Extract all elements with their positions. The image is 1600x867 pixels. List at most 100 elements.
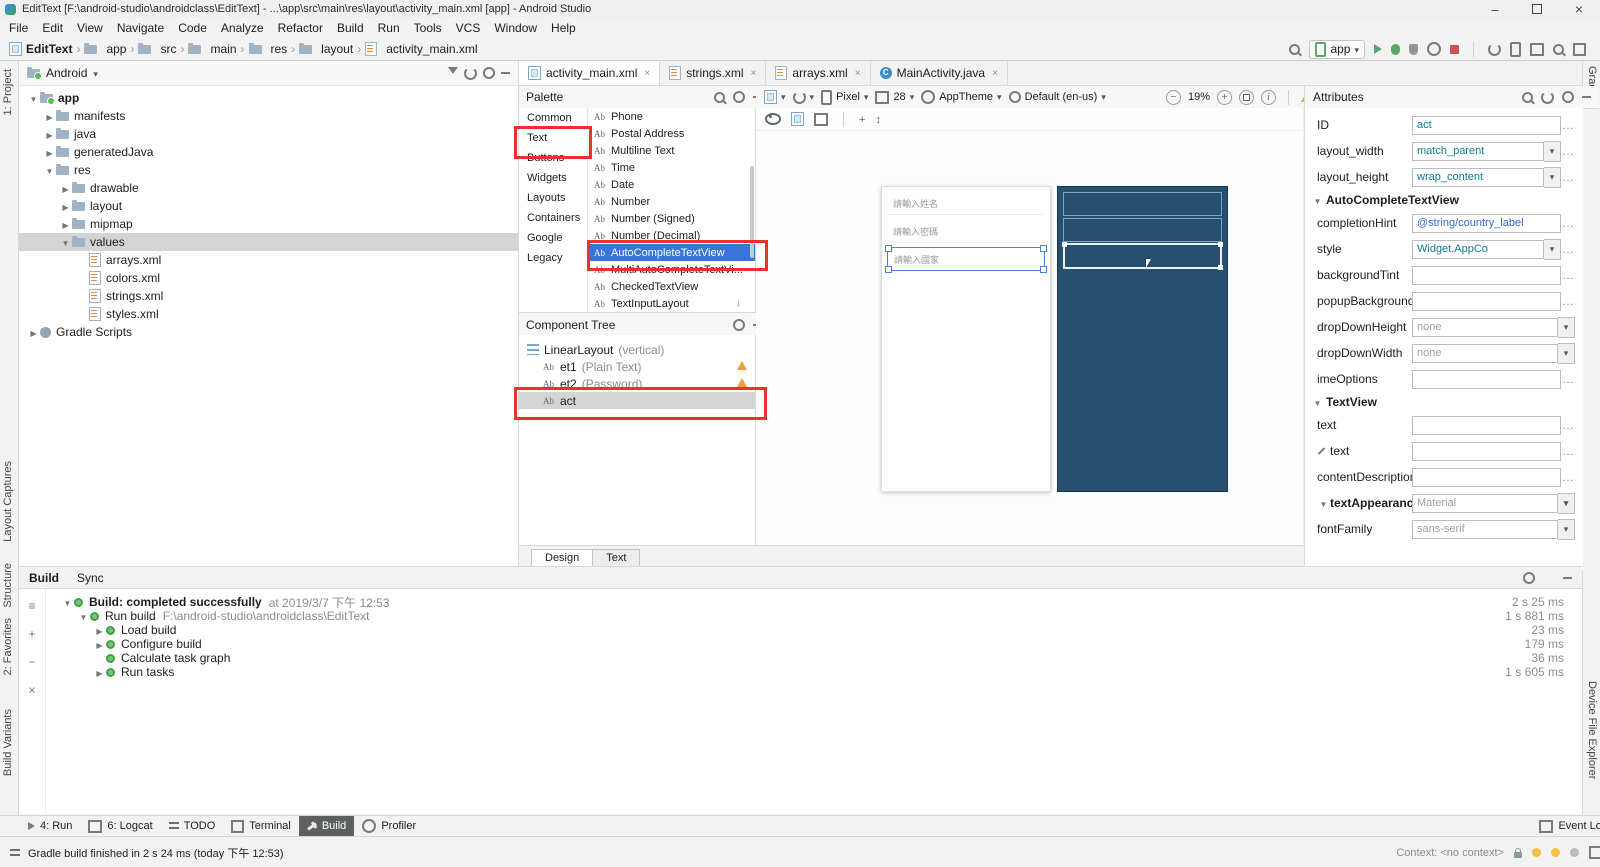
menu-file[interactable]: File (2, 18, 35, 38)
close-tab-icon[interactable] (992, 68, 998, 79)
layout-inspector-icon[interactable] (1573, 42, 1586, 56)
expand-icon[interactable] (77, 609, 90, 623)
profiler-button[interactable] (1427, 42, 1441, 56)
selection-handle[interactable] (885, 245, 892, 252)
locale-select[interactable]: Default (en-us) (1008, 91, 1106, 103)
lock-icon[interactable] (1514, 847, 1522, 858)
hide-panel-icon[interactable] (1563, 576, 1572, 579)
section-autocompletetextview[interactable]: AutoCompleteTextView (1305, 190, 1583, 210)
blueprint-mode-icon[interactable] (814, 112, 828, 126)
feedback-happy-icon[interactable] (1532, 848, 1541, 857)
toolwindow-event-log[interactable]: Event Log (1539, 819, 1600, 833)
component-linearlayout[interactable]: LinearLayout (vertical) (519, 341, 755, 358)
search-icon[interactable] (1522, 91, 1533, 103)
tree-row-manifests[interactable]: manifests (19, 107, 518, 125)
more-button[interactable] (1561, 372, 1575, 386)
section-textview[interactable]: TextView (1305, 392, 1583, 412)
build-row-root[interactable]: Build: completed successfullyat 2019/3/7… (45, 595, 1582, 610)
toolwindow-favorites[interactable]: 2: Favorites (2, 618, 14, 675)
filter-icon[interactable] (448, 67, 458, 79)
component-et2[interactable]: et2(Password) (519, 375, 755, 392)
blueprint-preview[interactable] (1057, 186, 1228, 492)
build-row-run-tasks[interactable]: Run tasks 1 s 605 ms (45, 665, 1582, 679)
menu-refactor[interactable]: Refactor (271, 18, 330, 38)
fontfamily-input[interactable] (1412, 519, 1558, 539)
design-canvas[interactable]: 請輸入姓名 請輸入密碼 請輸入國家 (756, 108, 1303, 545)
menu-analyze[interactable]: Analyze (214, 18, 271, 38)
close-tab-icon[interactable] (855, 68, 861, 79)
collapse-all-icon[interactable] (464, 66, 477, 80)
text-input[interactable] (1412, 415, 1561, 435)
palette-item-autocompletetextview[interactable]: AutoCompleteTextView (588, 244, 755, 261)
tab-activity-main-xml[interactable]: activity_main.xml (519, 61, 661, 85)
hide-panel-icon[interactable] (501, 72, 510, 74)
switch-view-icon[interactable] (1541, 90, 1554, 104)
close-tab-icon[interactable] (644, 68, 650, 79)
expand-icon[interactable] (43, 127, 56, 141)
pan-icon[interactable] (859, 112, 865, 126)
minimize-button[interactable] (1474, 0, 1516, 18)
dropdownwidth-input[interactable] (1412, 343, 1558, 363)
gear-icon[interactable] (1562, 91, 1574, 103)
menu-edit[interactable]: Edit (35, 18, 70, 38)
selection-handle[interactable] (1062, 242, 1067, 247)
expand-icon[interactable] (27, 91, 40, 105)
menu-navigate[interactable]: Navigate (110, 18, 171, 38)
menu-tools[interactable]: Tools (407, 18, 449, 38)
expand-icon[interactable] (59, 199, 72, 213)
tree-row-strings-xml[interactable]: strings.xml (19, 287, 518, 305)
palette-item-phone[interactable]: Phone (588, 108, 755, 125)
toolwindow-project[interactable]: 1: Project (2, 69, 14, 115)
expand-icon[interactable] (43, 163, 56, 177)
palette-category-widgets[interactable]: Widgets (519, 168, 587, 188)
gear-icon[interactable] (483, 67, 495, 79)
run-button[interactable] (1374, 44, 1382, 54)
expand-vertical-icon[interactable] (875, 112, 881, 126)
toolwindow-switcher-icon[interactable] (10, 848, 20, 857)
completionhint-input[interactable] (1412, 213, 1561, 233)
expand-icon[interactable] (43, 109, 56, 123)
breadcrumb-res[interactable]: res (248, 42, 289, 56)
close-button[interactable] (1558, 0, 1600, 18)
palette-item-multiline-text[interactable]: Multiline Text (588, 142, 755, 159)
tree-row-arrays-xml[interactable]: arrays.xml (19, 251, 518, 269)
palette-item-checkedtextview[interactable]: CheckedTextView (588, 278, 755, 295)
build-row-load-build[interactable]: Load build 23 ms (45, 623, 1582, 637)
expand-icon[interactable] (59, 181, 72, 195)
palette-category-common[interactable]: Common (519, 108, 587, 128)
style-input[interactable] (1412, 239, 1544, 259)
tree-row-java[interactable]: java (19, 125, 518, 143)
build-row-calculate-task-graph[interactable]: Calculate task graph 36 ms (45, 651, 1582, 665)
zoom-out-button[interactable] (1165, 89, 1181, 105)
download-icon[interactable] (736, 295, 741, 309)
edittext-et1[interactable]: 請輸入姓名 (887, 192, 1045, 215)
gradle-sync-icon[interactable] (1488, 42, 1501, 56)
expand-icon[interactable] (27, 325, 40, 339)
component-act[interactable]: act (519, 392, 755, 409)
palette-category-containers[interactable]: Containers (519, 208, 587, 228)
sort-icon[interactable] (28, 599, 35, 613)
close-tab-icon[interactable] (751, 68, 757, 79)
autocompletetextview-act[interactable]: 請輸入國家 (885, 245, 1047, 273)
design-surface-select[interactable] (764, 90, 786, 104)
tree-row-res[interactable]: res (19, 161, 518, 179)
maximize-button[interactable] (1516, 0, 1558, 18)
tab-mainactivity-java[interactable]: MainActivity.java (871, 61, 1008, 85)
expand-icon[interactable] (61, 595, 74, 609)
tree-row-drawable[interactable]: drawable (19, 179, 518, 197)
menu-build[interactable]: Build (330, 18, 371, 38)
blueprint-act[interactable] (1062, 242, 1223, 270)
dropdown-arrow[interactable] (1558, 518, 1575, 540)
more-button[interactable] (1561, 418, 1575, 432)
expand-icon[interactable] (93, 623, 106, 637)
collapse-all-icon[interactable] (28, 655, 35, 669)
menu-vcs[interactable]: VCS (449, 18, 488, 38)
gear-icon[interactable] (733, 318, 745, 331)
dropdown-arrow[interactable] (1558, 342, 1575, 364)
menu-window[interactable]: Window (487, 18, 544, 38)
dropdownheight-input[interactable] (1412, 317, 1558, 337)
expand-icon[interactable] (43, 145, 56, 159)
search-icon[interactable] (714, 91, 725, 103)
dropdown-arrow[interactable] (1558, 316, 1575, 338)
palette-item-number-signed[interactable]: Number (Signed) (588, 210, 755, 227)
